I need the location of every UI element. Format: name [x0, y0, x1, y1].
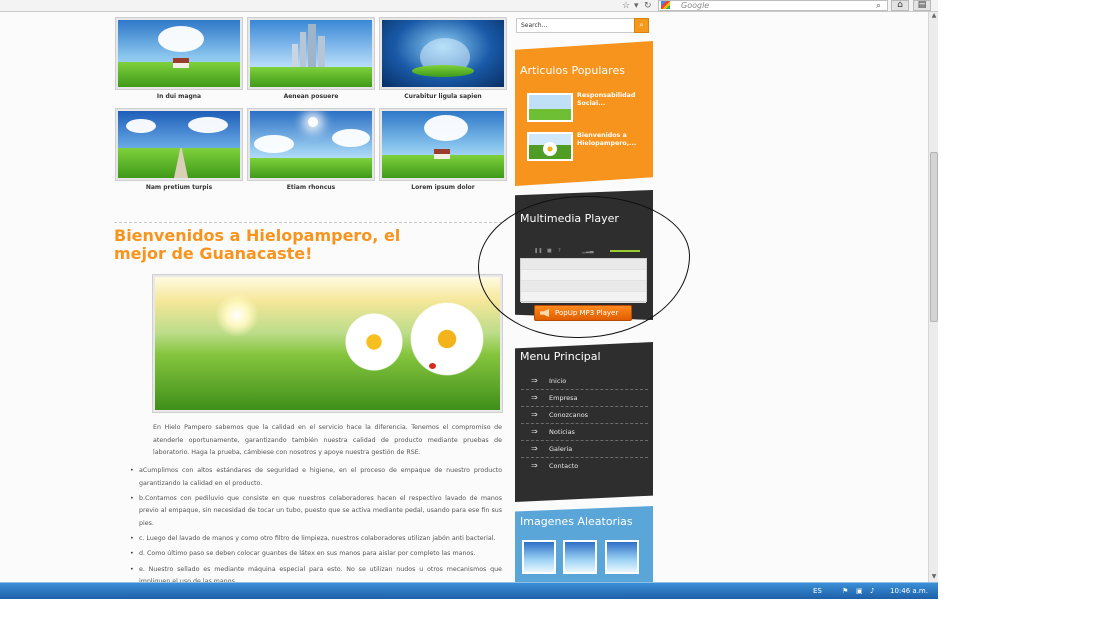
bookmarks-icon: ▤	[917, 0, 927, 10]
random-image-1[interactable]	[522, 540, 556, 574]
menu-item-galeria[interactable]: ⇒ Galeria	[521, 441, 648, 458]
menu-item-label: Contacto	[549, 462, 579, 470]
clock[interactable]: 10:46 a.m.	[890, 586, 928, 596]
menu-item-empresa[interactable]: ⇒ Empresa	[521, 390, 648, 407]
search-icon[interactable]: ⌕	[876, 1, 881, 11]
random-images-title: Imagenes Aleatorias	[520, 515, 633, 528]
gallery-image-2[interactable]	[248, 18, 374, 89]
popular-item-2[interactable]: Bienvenidos a Hielopampero,...	[577, 132, 647, 148]
gallery-image-4[interactable]	[116, 109, 242, 180]
popular-thumb-2[interactable]	[527, 132, 573, 161]
search-icon: ⌕	[639, 21, 644, 29]
list-item: d. Como último paso se deben colocar gua…	[130, 548, 502, 561]
gallery-caption-2[interactable]: Aenean posuere	[248, 93, 374, 100]
sidebar-search-button[interactable]: ⌕	[634, 18, 649, 33]
popular-articles-title: Articulos Populares	[520, 64, 625, 77]
browser-search-input[interactable]: Google	[658, 0, 888, 11]
arrow-right-icon: ⇒	[531, 427, 538, 436]
arrow-right-icon: ⇒	[531, 461, 538, 470]
gallery-caption-6[interactable]: Lorem ipsum dolor	[380, 184, 506, 191]
arrow-right-icon: ⇒	[531, 444, 538, 453]
scroll-thumb[interactable]	[930, 152, 938, 322]
empty-area	[0, 599, 1100, 619]
gallery-image-5[interactable]	[248, 109, 374, 180]
menu-item-conozcanos[interactable]: ⇒ Conozcanos	[521, 407, 648, 424]
gallery-image-1[interactable]	[116, 18, 242, 89]
menu-item-contacto[interactable]: ⇒ Contacto	[521, 458, 648, 475]
gallery-caption-5[interactable]: Etiam rhoncus	[248, 184, 374, 191]
windows-taskbar: ES ⚑ ▣ ♪ 10:46 a.m.	[0, 582, 938, 599]
menu-item-inicio[interactable]: ⇒ Inicio	[521, 373, 648, 390]
main-menu-title: Menu Principal	[520, 350, 601, 363]
bookmarks-button[interactable]: ▤	[913, 0, 931, 11]
list-item: e. Nuestro sellado es mediante máquina e…	[130, 564, 502, 582]
menu-item-noticias[interactable]: ⇒ Noticias	[521, 424, 648, 441]
menu-item-label: Empresa	[549, 394, 578, 402]
gallery-caption-3[interactable]: Curabitur ligula sapien	[380, 93, 506, 100]
page-scrollbar[interactable]: ▲ ▼	[928, 12, 938, 582]
random-image-3[interactable]	[605, 540, 639, 574]
hand-drawn-circle	[478, 196, 690, 338]
list-item: b.Contamos con pediluvio que consiste en…	[130, 493, 502, 531]
screen: ☆ ▾ ↻ Google ⌕ ⌂ ▤ In dui magna Aenean p…	[0, 0, 1100, 619]
star-icon[interactable]: ☆	[622, 1, 630, 11]
gallery-image-6[interactable]	[380, 109, 506, 180]
gallery-caption-1[interactable]: In dui magna	[116, 93, 242, 100]
network-icon[interactable]: ▣	[856, 586, 863, 596]
gallery-caption-4[interactable]: Nam pretium turpis	[116, 184, 242, 191]
browser-search-placeholder: Google	[681, 1, 710, 10]
menu-item-label: Inicio	[549, 377, 567, 385]
section-divider	[114, 222, 502, 223]
scroll-down-icon[interactable]: ▼	[930, 573, 938, 581]
arrow-right-icon: ⇒	[531, 376, 538, 385]
ladybug	[429, 363, 436, 369]
home-icon: ⌂	[897, 0, 903, 10]
article-bullet-list: aCumplimos con altos estándares de segur…	[130, 465, 502, 582]
menu-item-label: Noticias	[549, 428, 575, 436]
sidebar-search-input[interactable]: Search...	[516, 18, 649, 33]
random-image-2[interactable]	[563, 540, 597, 574]
home-button[interactable]: ⌂	[891, 0, 909, 11]
menu-item-label: Galeria	[549, 445, 573, 453]
article-hero-image	[153, 275, 502, 412]
flag-icon[interactable]: ⚑	[842, 586, 848, 596]
sidebar-search-placeholder: Search...	[521, 22, 548, 29]
web-page: In dui magna Aenean posuere Curabitur li…	[0, 12, 928, 582]
article-title: Bienvenidos a Hielopampero, el mejor de …	[114, 226, 401, 263]
browser-toolbar: ☆ ▾ ↻ Google ⌕ ⌂ ▤	[0, 0, 938, 12]
arrow-right-icon: ⇒	[531, 410, 538, 419]
scroll-up-icon[interactable]: ▲	[930, 12, 938, 20]
refresh-icon[interactable]: ↻	[644, 1, 652, 11]
popular-thumb-1[interactable]	[527, 93, 573, 122]
gallery-image-3[interactable]	[380, 18, 506, 89]
language-indicator[interactable]: ES	[813, 586, 822, 596]
chevron-down-icon[interactable]: ▾	[634, 1, 639, 11]
google-icon	[661, 1, 670, 9]
popular-item-1[interactable]: Responsabilidad Social...	[577, 92, 647, 108]
arrow-right-icon: ⇒	[531, 393, 538, 402]
list-item: aCumplimos con altos estándares de segur…	[130, 465, 502, 490]
list-item: c. Luego del lavado de manos y como otro…	[130, 533, 502, 546]
menu-item-label: Conozcanos	[549, 411, 589, 419]
volume-icon[interactable]: ♪	[870, 586, 874, 596]
article-intro: En Hielo Pampero sabemos que la calidad …	[153, 424, 502, 457]
